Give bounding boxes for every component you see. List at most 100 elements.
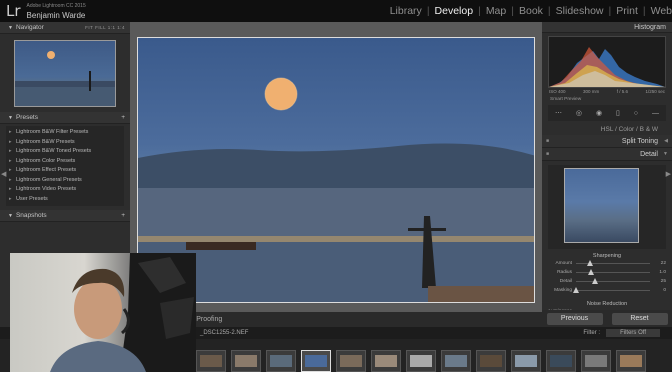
presets-title: Presets (15, 114, 38, 121)
slider-value[interactable]: 0 (656, 288, 666, 293)
preset-folder[interactable]: Lightroom B&W Toned Presets (6, 147, 124, 157)
zoom-fit[interactable]: FIT (85, 25, 93, 30)
filmstrip-thumbnail[interactable] (406, 350, 436, 372)
navigator-title: Navigator (15, 24, 44, 31)
module-web[interactable]: Web (646, 5, 672, 17)
module-slideshow[interactable]: Slideshow (551, 5, 609, 17)
panel-switch-icon[interactable]: ■ (546, 135, 549, 148)
current-filename: _DSC1255-2.NEF (200, 330, 249, 336)
add-snapshot-icon[interactable]: + (121, 212, 125, 219)
adjustment-brush-icon[interactable]: — (652, 110, 659, 117)
slider-knob[interactable] (587, 269, 594, 275)
collapse-triangle-icon[interactable]: ▼ (8, 213, 13, 219)
preset-folder[interactable]: Lightroom B&W Filter Presets (6, 128, 124, 138)
detail-header[interactable]: ■ Detail ▼ (542, 148, 672, 161)
module-library[interactable]: Library (385, 5, 427, 17)
filmstrip-thumbnail[interactable] (581, 350, 611, 372)
spot-removal-icon[interactable]: ◎ (576, 109, 582, 117)
navigator-header[interactable]: ▼ Navigator FIT FILL 1:1 1:4 (0, 22, 130, 34)
amount-slider[interactable]: Amount 22 (542, 259, 672, 268)
aperture: f / 5.6 (616, 89, 628, 94)
slider-track[interactable] (576, 278, 650, 284)
navigator-zoom-options: FIT FILL 1:1 1:4 (85, 25, 125, 30)
split-toning-header[interactable]: ■ Split Toning ◀ (542, 135, 672, 148)
slider-track[interactable] (576, 260, 650, 266)
hsl-color-bw-section[interactable]: HSL / Color / B & W (542, 124, 672, 135)
preset-folder[interactable]: Lightroom B&W Presets (6, 138, 124, 148)
masking-slider[interactable]: Masking 0 (542, 286, 672, 295)
filmstrip-thumbnail[interactable] (266, 350, 296, 372)
zoom-1-4[interactable]: 1:4 (117, 25, 125, 30)
left-panel-toggle-icon[interactable]: ◀ (1, 170, 6, 178)
expand-triangle-icon[interactable]: ◀ (664, 135, 668, 148)
right-panel: Histogram ISO 400 300 mm f / 5.6 1/250 s… (542, 22, 672, 327)
slider-label: Radius (557, 270, 572, 275)
detail-zoom-preview[interactable] (564, 168, 639, 243)
collapse-triangle-icon[interactable]: ▼ (8, 115, 13, 121)
filmstrip-thumbnail[interactable] (476, 350, 506, 372)
preset-folder[interactable]: User Presets (6, 195, 124, 205)
snapshots-title: Snapshots (15, 212, 47, 219)
top-bar: Lr Adobe Lightroom CC 2015 Benjamin Ward… (0, 0, 672, 22)
slider-value[interactable]: 1.0 (656, 270, 666, 275)
slider-knob[interactable] (587, 260, 594, 266)
red-eye-icon[interactable]: ◉ (596, 109, 602, 117)
detail-slider[interactable]: Detail 25 (542, 277, 672, 286)
previous-reset-row: Previous Reset (542, 310, 672, 327)
slider-value[interactable]: 22 (656, 261, 666, 266)
slider-knob[interactable] (573, 287, 579, 293)
zoom-1-1[interactable]: 1:1 (108, 25, 116, 30)
add-preset-icon[interactable]: + (121, 114, 125, 121)
focal-length: 300 mm (582, 89, 600, 94)
preset-folder[interactable]: Lightroom Video Presets (6, 185, 124, 195)
iso-value: ISO 400 (549, 89, 566, 94)
filmstrip-thumbnail[interactable] (231, 350, 261, 372)
radial-filter-icon[interactable]: ○ (634, 110, 638, 117)
module-book[interactable]: Book (514, 5, 548, 17)
filmstrip-thumbnail-selected[interactable] (301, 350, 331, 372)
filmstrip-thumbnail[interactable] (546, 350, 576, 372)
slider-value[interactable]: 25 (656, 279, 666, 284)
right-panel-toggle-icon[interactable]: ▶ (666, 170, 671, 178)
slider-label: Amount (555, 261, 572, 266)
crop-tool-icon[interactable]: ⋯ (555, 109, 562, 117)
slider-track[interactable] (576, 269, 650, 275)
histogram-info: ISO 400 300 mm f / 5.6 1/250 sec (549, 89, 665, 94)
previous-button[interactable]: Previous (546, 312, 603, 325)
slider-knob[interactable] (591, 278, 598, 284)
snapshots-header[interactable]: ▼ Snapshots + (0, 210, 130, 222)
develop-photo[interactable] (137, 37, 535, 303)
filmstrip-thumbnail[interactable] (371, 350, 401, 372)
filmstrip-thumbnail[interactable] (336, 350, 366, 372)
filmstrip-thumbnail[interactable] (511, 350, 541, 372)
collapse-triangle-icon[interactable]: ▼ (8, 25, 13, 31)
filmstrip-thumbnail[interactable] (196, 350, 226, 372)
preset-folder[interactable]: Lightroom Color Presets (6, 157, 124, 167)
module-map[interactable]: Map (481, 5, 511, 17)
radius-slider[interactable]: Radius 1.0 (542, 268, 672, 277)
graduated-filter-icon[interactable]: ▯ (616, 109, 620, 117)
filmstrip-thumbnail[interactable] (441, 350, 471, 372)
presets-header[interactable]: ▼ Presets + (0, 112, 130, 124)
slider-track[interactable] (573, 287, 650, 293)
filmstrip-thumbnail[interactable] (616, 350, 646, 372)
filter-select[interactable]: Filters Off (606, 329, 660, 337)
product-name: Adobe Lightroom CC 2015 (26, 3, 86, 9)
zoom-fill[interactable]: FILL (95, 25, 106, 30)
module-develop[interactable]: Develop (430, 5, 479, 17)
module-print[interactable]: Print (611, 5, 643, 17)
histogram-header[interactable]: Histogram (542, 22, 672, 33)
filter-label: Filter : (583, 330, 601, 336)
presenter-video (50, 253, 196, 372)
histogram[interactable] (548, 36, 666, 88)
smart-preview-label[interactable]: Smart Preview (550, 97, 664, 102)
module-picker: Library | Develop | Map | Book | Slideshow | … (385, 0, 672, 22)
navigator-preview[interactable] (14, 40, 116, 107)
panel-switch-icon[interactable]: ■ (546, 148, 549, 161)
reset-button[interactable]: Reset (611, 312, 668, 325)
lr-logo: Lr (6, 2, 21, 20)
preset-folder[interactable]: Lightroom General Presets (6, 176, 124, 186)
collapse-triangle-icon[interactable]: ▼ (663, 148, 668, 161)
preset-folder[interactable]: Lightroom Effect Presets (6, 166, 124, 176)
presenter-webcam-overlay (10, 253, 196, 372)
